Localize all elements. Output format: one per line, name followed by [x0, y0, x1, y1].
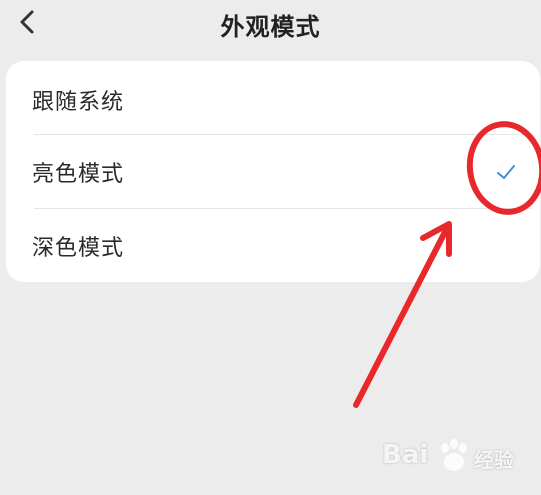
- option-follow-system[interactable]: 跟随系统: [6, 63, 540, 137]
- app-header: 外观模式: [0, 0, 541, 48]
- option-label: 亮色模式: [32, 162, 125, 187]
- baidu-paw-icon: [441, 439, 467, 471]
- checkmark-icon: [497, 165, 515, 179]
- option-dark-mode[interactable]: 深色模式: [6, 209, 540, 283]
- appearance-options-card: 跟随系统 亮色模式 深色模式: [6, 61, 540, 282]
- page-title: 外观模式: [220, 13, 321, 41]
- option-label: 跟随系统: [32, 90, 125, 115]
- option-light-mode[interactable]: 亮色模式: [6, 135, 540, 209]
- option-label: 深色模式: [32, 236, 125, 261]
- watermark-suffix: 经验: [474, 448, 514, 472]
- watermark: Bai 经验: [382, 436, 532, 476]
- watermark-brand: Bai: [382, 440, 429, 470]
